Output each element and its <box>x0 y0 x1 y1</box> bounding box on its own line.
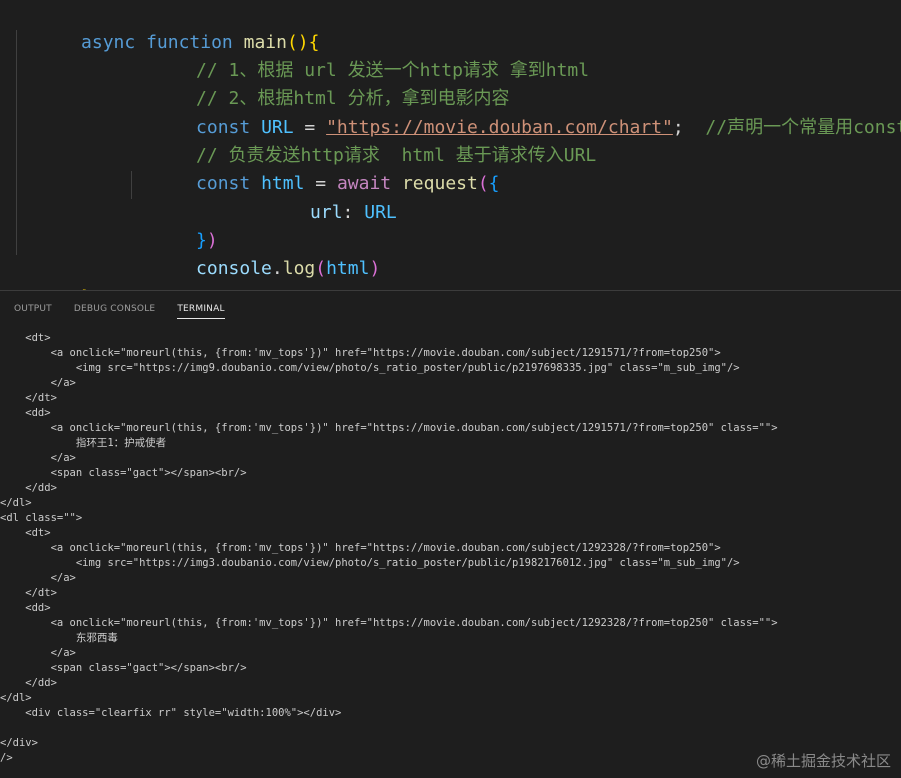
terminal-line: </dd> <box>0 482 57 494</box>
terminal-line: </dt> <box>0 587 57 599</box>
paren-open: ( <box>315 258 327 279</box>
code-line-3: // 2、根据html 分析，拿到电影内容 <box>131 57 510 109</box>
terminal-line: <a onclick="moreurl(this, {from:'mv_tops… <box>0 617 778 629</box>
terminal-line: <div class="clearfix rr" style="width:10… <box>0 707 342 719</box>
paren-close: ) <box>369 258 381 279</box>
terminal-line: </a> <box>0 647 76 659</box>
comment: //声明一个常量用const <box>705 117 901 138</box>
paren-open: ( <box>477 173 489 194</box>
terminal-line: <span class="gact"></span><br/> <box>0 467 247 479</box>
arg-html: html <box>326 258 370 279</box>
colon: : <box>342 202 365 223</box>
terminal-line: /> <box>0 752 13 764</box>
property-url: url <box>310 202 343 223</box>
terminal-line: </a> <box>0 377 76 389</box>
method-log: log <box>282 258 316 279</box>
terminal-line: <dd> <box>0 602 51 614</box>
keyword-const: const <box>196 173 251 194</box>
terminal-line: <a onclick="moreurl(this, {from:'mv_tops… <box>0 422 778 434</box>
terminal-line: <a onclick="moreurl(this, {from:'mv_tops… <box>0 347 721 359</box>
terminal-line: <img src="https://img3.doubanio.com/view… <box>0 557 740 569</box>
code-line-8: }) <box>131 199 218 251</box>
code-line-2: // 1、根据 url 发送一个http请求 拿到html <box>131 29 589 81</box>
object-console: console <box>196 258 272 279</box>
terminal-line: <dt> <box>0 527 51 539</box>
code-editor[interactable]: async function main(){ // 1、根据 url 发送一个h… <box>0 0 901 290</box>
code-line-1: async function main(){ <box>16 1 319 53</box>
terminal-line: </dl> <box>0 497 32 509</box>
terminal-output[interactable]: <dt> <a onclick="moreurl(this, {from:'mv… <box>0 331 901 778</box>
vscode-window: async function main(){ // 1、根据 url 发送一个h… <box>0 0 901 778</box>
terminal-line: </a> <box>0 572 76 584</box>
terminal-line: <dt> <box>0 332 51 344</box>
function-request: request <box>401 173 478 194</box>
terminal-line: </a> <box>0 452 76 464</box>
terminal-line: </dt> <box>0 392 57 404</box>
watermark: @稀土掘金技术社区 <box>755 752 891 770</box>
code-line-4: const URL = "https://movie.douban.com/ch… <box>131 86 901 138</box>
code-line-10: } <box>16 256 92 290</box>
code-line-7: url: URL <box>245 171 397 223</box>
terminal-line: <a onclick="moreurl(this, {from:'mv_tops… <box>0 542 721 554</box>
tab-output[interactable]: OUTPUT <box>14 298 52 318</box>
code-line-6: const html = await request({ <box>131 142 499 194</box>
terminal-line: <img src="https://img9.doubanio.com/view… <box>0 362 740 374</box>
brace-open: { <box>488 173 500 194</box>
semicolon: ; <box>672 117 684 138</box>
dot: . <box>271 258 283 279</box>
terminal-line: <dl class=""> <box>0 512 83 524</box>
terminal-line: </dd> <box>0 677 57 689</box>
value-url: URL <box>364 202 397 223</box>
keyword-async: async <box>81 32 136 53</box>
terminal-line: <dd> <box>0 407 51 419</box>
terminal-line: </div> <box>0 737 38 749</box>
tab-debug-console[interactable]: DEBUG CONSOLE <box>74 298 155 318</box>
code-line-9: console.log(html) <box>131 227 380 279</box>
tab-terminal[interactable]: TERMINAL <box>177 298 225 319</box>
code-line-5: // 负责发送http请求 html 基于请求传入URL <box>131 114 596 166</box>
bottom-panel: OUTPUT DEBUG CONSOLE TERMINAL <dt> <a on… <box>0 290 901 778</box>
panel-tab-bar: OUTPUT DEBUG CONSOLE TERMINAL <box>0 291 901 325</box>
terminal-line: 东邪西毒 <box>0 632 118 644</box>
terminal-line: 指环王1：护戒使者 <box>0 437 167 449</box>
terminal-line: </dl> <box>0 692 32 704</box>
terminal-line: <span class="gact"></span><br/> <box>0 662 247 674</box>
